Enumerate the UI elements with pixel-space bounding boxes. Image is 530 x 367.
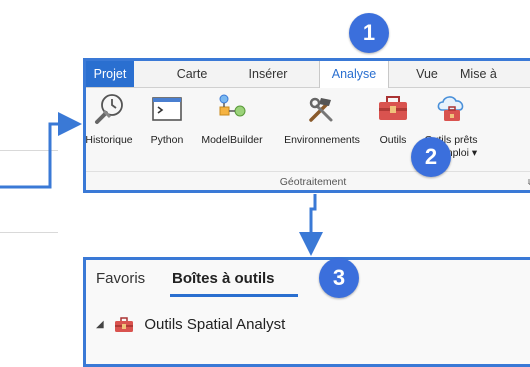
active-tab-indicator (170, 294, 298, 297)
geoprocessing-pane: Favoris Boîtes à outils ◢ Outils Spatial… (83, 257, 530, 367)
ribbon-tab-bar: Projet Carte Insérer Analyse Vue Mise à (86, 61, 530, 88)
group-separator (86, 171, 530, 172)
modelbuilder-button[interactable]: ModelBuilder (192, 88, 272, 168)
tab-favoris[interactable]: Favoris (96, 270, 145, 287)
expand-caret-icon[interactable]: ◢ (96, 314, 110, 336)
python-label: Python (150, 134, 184, 146)
historique-label: Historique (85, 134, 133, 146)
toolbox-icon (379, 96, 407, 120)
tab-analyse[interactable]: Analyse (319, 61, 389, 88)
tab-vue[interactable]: Vue (404, 61, 450, 87)
tab-projet[interactable]: Projet (86, 61, 134, 87)
outils-button[interactable]: Outils (372, 88, 414, 168)
python-window-icon (152, 97, 182, 121)
ready-tools-cloud-icon (437, 96, 464, 121)
callout-badge-3: 3 (319, 258, 359, 298)
arrow-to-toolboxes-pane (299, 194, 323, 256)
python-button[interactable]: Python (142, 88, 192, 168)
history-icon (95, 94, 123, 124)
geoprocessing-tools: Historique Python ModelBuilder Environne… (86, 88, 530, 170)
geotraitement-group-label: Géotraitement (279, 176, 347, 188)
tab-mise-en-page[interactable]: Mise à (460, 61, 520, 87)
tree-item-label: Outils Spatial Analyst (144, 316, 286, 333)
tree-item-spatial-analyst[interactable]: ◢ Outils Spatial Analyst (96, 314, 285, 336)
callout-badge-2: 2 (411, 137, 451, 177)
tab-boites-a-outils[interactable]: Boîtes à outils (172, 270, 275, 287)
modelbuilder-icon (219, 94, 246, 117)
callout-badge-1: 1 (349, 13, 389, 53)
environnements-label: Environnements (284, 134, 360, 146)
tab-inserer[interactable]: Insérer (236, 61, 300, 87)
ribbon-panel: Projet Carte Insérer Analyse Vue Mise à … (83, 58, 530, 193)
toolbox-icon (115, 317, 134, 333)
tab-carte[interactable]: Carte (162, 61, 222, 87)
historique-button[interactable]: Historique (85, 88, 142, 168)
background-divider (0, 232, 58, 233)
outils-label: Outils (379, 134, 407, 146)
environnements-button[interactable]: Environnements (272, 88, 372, 168)
environments-tools-icon (309, 97, 333, 122)
modelbuilder-label: ModelBuilder (201, 134, 263, 146)
background-divider (0, 150, 58, 151)
arrow-to-historique (0, 112, 82, 189)
